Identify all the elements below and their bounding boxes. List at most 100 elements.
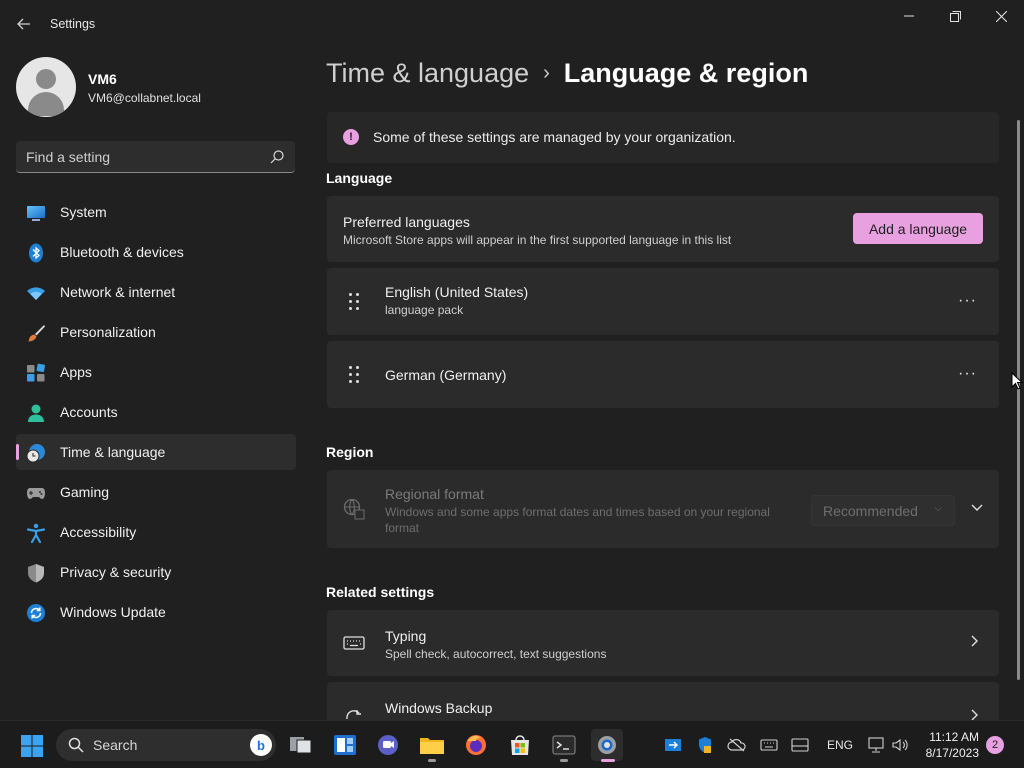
related-item-subtitle: Spell check, autocorrect, text suggestio… bbox=[385, 647, 607, 661]
input-language[interactable]: ENG bbox=[827, 738, 853, 752]
section-title-related: Related settings bbox=[326, 584, 435, 600]
sidebar-item-system[interactable]: System bbox=[16, 194, 296, 230]
sidebar-item-label: Bluetooth & devices bbox=[60, 244, 184, 260]
search-icon[interactable] bbox=[269, 149, 285, 165]
sidebar-item-time-language[interactable]: Time & language bbox=[16, 434, 296, 470]
regional-format-card: Regional format Windows and some apps fo… bbox=[327, 470, 999, 548]
globe-clock-icon bbox=[26, 444, 45, 463]
related-item-windows-backup[interactable]: Windows Backup bbox=[327, 682, 999, 721]
avatar bbox=[16, 57, 76, 117]
managed-notice: ! Some of these settings are managed by … bbox=[327, 112, 999, 163]
file-explorer-icon[interactable] bbox=[416, 729, 448, 762]
notification-badge[interactable]: 2 bbox=[986, 736, 1004, 754]
settings-app-icon[interactable] bbox=[591, 729, 623, 762]
regional-format-title: Regional format bbox=[385, 486, 484, 502]
settings-search bbox=[16, 141, 295, 173]
app-title: Settings bbox=[50, 17, 96, 31]
wifi-icon bbox=[27, 287, 45, 300]
brush-icon bbox=[28, 325, 45, 342]
scrollbar[interactable] bbox=[1017, 120, 1020, 680]
sidebar-item-privacy[interactable]: Privacy & security bbox=[16, 554, 296, 590]
chevron-right-icon: › bbox=[543, 62, 550, 84]
bing-icon[interactable]: b bbox=[250, 734, 272, 756]
sidebar-item-accounts[interactable]: Accounts bbox=[16, 394, 296, 430]
clock-time: 11:12 AM bbox=[929, 730, 979, 744]
drag-handle-icon[interactable] bbox=[349, 293, 361, 310]
section-title-language: Language bbox=[326, 170, 393, 186]
terminal-icon[interactable] bbox=[548, 729, 580, 762]
firefox-icon[interactable] bbox=[460, 729, 492, 761]
sidebar-item-label: Gaming bbox=[60, 484, 110, 500]
language-name: German (Germany) bbox=[385, 367, 507, 383]
minimize-icon[interactable] bbox=[886, 0, 932, 32]
shield-icon bbox=[28, 564, 44, 583]
related-item-typing[interactable]: Typing Spell check, autocorrect, text su… bbox=[327, 610, 999, 676]
restore-icon[interactable] bbox=[932, 0, 978, 32]
back-arrow-icon[interactable] bbox=[10, 10, 38, 38]
sidebar-item-gaming[interactable]: Gaming bbox=[16, 474, 296, 510]
search-input[interactable] bbox=[26, 141, 266, 172]
taskbar-search-label: Search bbox=[93, 737, 138, 753]
sidebar-item-network[interactable]: Network & internet bbox=[16, 274, 296, 310]
bluetooth-icon bbox=[29, 243, 43, 263]
notice-text: Some of these settings are managed by yo… bbox=[373, 129, 736, 145]
language-item-english[interactable]: English (United States) language pack ··… bbox=[327, 268, 999, 335]
security-shield-icon[interactable] bbox=[695, 735, 715, 755]
regional-format-subtitle: Windows and some apps format dates and t… bbox=[385, 505, 770, 535]
apps-icon bbox=[27, 363, 45, 382]
close-icon[interactable] bbox=[978, 0, 1024, 32]
breadcrumb: Time & language › Language & region bbox=[326, 58, 808, 89]
touch-keyboard-icon[interactable] bbox=[790, 735, 810, 755]
windows-start-icon[interactable] bbox=[20, 734, 44, 758]
title-bar: Settings bbox=[0, 0, 1024, 48]
language-name: English (United States) bbox=[385, 284, 529, 300]
sidebar-item-label: Network & internet bbox=[60, 284, 176, 300]
sidebar-item-label: Time & language bbox=[60, 444, 166, 460]
system-icon bbox=[27, 206, 45, 221]
widgets-icon[interactable] bbox=[329, 729, 361, 761]
sidebar-item-accessibility[interactable]: Accessibility bbox=[16, 514, 296, 550]
accessibility-icon bbox=[26, 523, 46, 543]
clock[interactable]: 11:12 AM 8/17/2023 bbox=[926, 729, 979, 761]
more-options-icon[interactable]: ··· bbox=[958, 292, 977, 310]
sidebar-item-label: Privacy & security bbox=[60, 564, 172, 580]
remote-desktop-icon[interactable] bbox=[663, 735, 683, 755]
sidebar-nav: System Bluetooth & devices Network & int… bbox=[16, 194, 296, 634]
keyboard-icon bbox=[343, 636, 365, 650]
accounts-icon bbox=[28, 404, 44, 422]
sidebar-item-label: Apps bbox=[60, 364, 92, 380]
drag-handle-icon[interactable] bbox=[349, 366, 361, 383]
sidebar-item-bluetooth[interactable]: Bluetooth & devices bbox=[16, 234, 296, 270]
sidebar-item-windows-update[interactable]: Windows Update bbox=[16, 594, 296, 630]
regional-format-dropdown[interactable]: Recommended ⌵ bbox=[811, 495, 955, 526]
sidebar-item-label: Personalization bbox=[60, 324, 156, 340]
network-icon[interactable] bbox=[866, 735, 886, 755]
user-name: VM6 bbox=[88, 71, 117, 87]
mouse-cursor-icon bbox=[1011, 372, 1023, 390]
microsoft-store-icon[interactable] bbox=[504, 729, 536, 761]
keyboard-tray-icon[interactable] bbox=[759, 735, 779, 755]
language-item-german[interactable]: German (Germany) ··· bbox=[327, 341, 999, 408]
sidebar-item-apps[interactable]: Apps bbox=[16, 354, 296, 390]
sidebar-item-label: Windows Update bbox=[60, 604, 166, 620]
more-options-icon[interactable]: ··· bbox=[958, 365, 977, 383]
sidebar-item-personalization[interactable]: Personalization bbox=[16, 314, 296, 350]
breadcrumb-parent[interactable]: Time & language bbox=[326, 58, 529, 88]
regional-format-icon bbox=[343, 498, 365, 520]
teams-chat-icon[interactable] bbox=[372, 729, 404, 761]
sidebar-item-label: System bbox=[60, 204, 107, 220]
page-title: Language & region bbox=[563, 58, 809, 88]
task-view-icon[interactable] bbox=[285, 729, 317, 761]
volume-icon[interactable] bbox=[890, 735, 910, 755]
sidebar-item-label: Accounts bbox=[60, 404, 118, 420]
preferred-languages-card: Preferred languages Microsoft Store apps… bbox=[327, 196, 999, 262]
info-icon: ! bbox=[343, 129, 359, 145]
taskbar-search[interactable]: Search b bbox=[56, 729, 276, 761]
related-item-title: Typing bbox=[385, 628, 427, 644]
expand-chevron-icon[interactable] bbox=[971, 500, 983, 515]
search-icon bbox=[68, 737, 84, 753]
chevron-down-icon: ⌵ bbox=[934, 503, 942, 514]
onedrive-offline-icon[interactable] bbox=[727, 735, 747, 755]
add-language-button[interactable]: Add a language bbox=[853, 213, 983, 244]
sidebar-item-label: Accessibility bbox=[60, 524, 137, 540]
